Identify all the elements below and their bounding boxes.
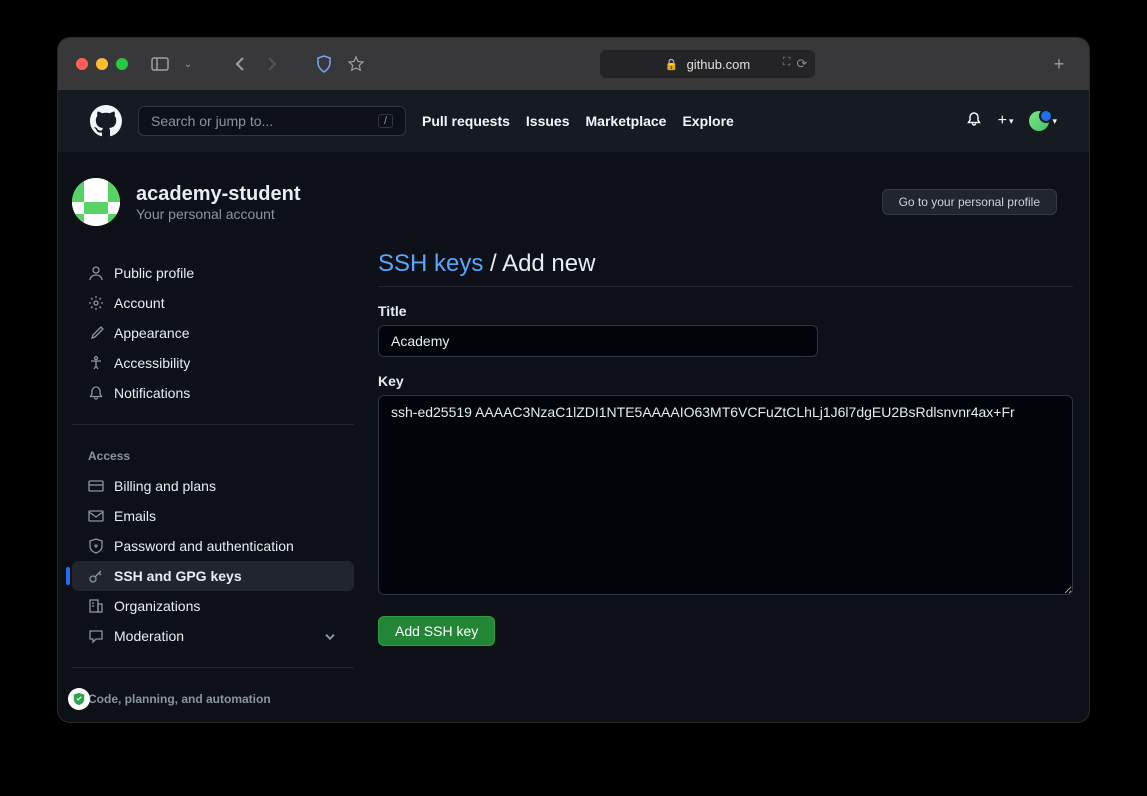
sidebar-item-repositories[interactable]: Repositories — [72, 714, 354, 722]
sidebar-item-label: Billing and plans — [114, 478, 216, 494]
person-icon — [88, 265, 104, 281]
key-icon — [88, 568, 104, 584]
sidebar-toggle-icon[interactable] — [148, 52, 172, 76]
maximize-window-button[interactable] — [116, 58, 128, 70]
user-menu[interactable]: ▾ — [1029, 111, 1057, 131]
shield-lock-icon — [88, 538, 104, 554]
gear-icon — [88, 295, 104, 311]
sidebar-item-billing[interactable]: Billing and plans — [72, 471, 354, 501]
user-avatar — [72, 178, 120, 226]
username: academy-student — [136, 183, 301, 206]
avatar-icon — [1029, 111, 1049, 131]
sidebar-item-moderation[interactable]: Moderation — [72, 621, 354, 651]
sidebar-item-appearance[interactable]: Appearance — [72, 318, 354, 348]
sidebar-item-label: SSH and GPG keys — [114, 568, 242, 584]
traffic-lights — [76, 58, 128, 70]
nav-pull-requests[interactable]: Pull requests — [422, 113, 510, 129]
search-placeholder: Search or jump to... — [151, 113, 273, 129]
github-logo-icon[interactable] — [90, 105, 122, 137]
sidebar-group-header: Access — [72, 433, 354, 471]
comment-icon — [88, 628, 104, 644]
sidebar-item-label: Appearance — [114, 325, 190, 341]
add-ssh-key-button[interactable]: Add SSH key — [378, 616, 495, 646]
repo-icon — [88, 721, 104, 722]
back-button[interactable] — [228, 52, 252, 76]
nav-explore[interactable]: Explore — [682, 113, 733, 129]
sidebar-item-emails[interactable]: Emails — [72, 501, 354, 531]
account-header: academy-student Your personal account Go… — [58, 178, 1089, 226]
browser-window: ⌄ 🔒 github.com ⛶ ⟳ + Search or jump to..… — [58, 38, 1089, 722]
minimize-window-button[interactable] — [96, 58, 108, 70]
main-content: SSH keys / Add new Title Key Add SSH key — [354, 250, 1073, 722]
accessibility-icon — [88, 355, 104, 371]
search-input[interactable]: Search or jump to... / — [138, 106, 406, 136]
create-new-dropdown[interactable]: +▾ — [998, 112, 1014, 130]
address-bar[interactable]: 🔒 github.com ⛶ ⟳ — [600, 50, 816, 78]
title-label: Title — [378, 303, 1073, 319]
notifications-icon[interactable] — [966, 111, 982, 132]
breadcrumb-current: Add new — [502, 250, 595, 277]
sidebar-item-label: Notifications — [114, 385, 190, 401]
sidebar-item-accessibility[interactable]: Accessibility — [72, 348, 354, 378]
sidebar-item-label: Public profile — [114, 265, 194, 281]
sidebar-item-organizations[interactable]: Organizations — [72, 591, 354, 621]
reader-icon[interactable]: ⛶ — [783, 56, 791, 72]
new-tab-button[interactable]: + — [1047, 52, 1071, 76]
url-host: github.com — [687, 57, 751, 72]
slash-hint: / — [378, 114, 393, 128]
sidebar-item-account[interactable]: Account — [72, 288, 354, 318]
browser-titlebar: ⌄ 🔒 github.com ⛶ ⟳ + — [58, 38, 1089, 90]
title-input[interactable] — [378, 325, 818, 357]
sidebar-item-password[interactable]: Password and authentication — [72, 531, 354, 561]
account-subtitle: Your personal account — [136, 206, 301, 222]
header-nav: Pull requests Issues Marketplace Explore — [422, 113, 734, 129]
sidebar-item-label: Repositories — [114, 721, 192, 722]
shield-icon[interactable] — [312, 52, 336, 76]
settings-sidebar: Public profile Account Appearance Access… — [58, 250, 354, 722]
sidebar-item-label: Emails — [114, 508, 156, 524]
sidebar-item-public-profile[interactable]: Public profile — [72, 258, 354, 288]
nav-issues[interactable]: Issues — [526, 113, 570, 129]
go-to-profile-button[interactable]: Go to your personal profile — [882, 189, 1057, 215]
bookmark-star-icon[interactable] — [344, 52, 368, 76]
sidebar-item-label: Organizations — [114, 598, 200, 614]
forward-button[interactable] — [260, 52, 284, 76]
sidebar-item-label: Password and authentication — [114, 538, 294, 554]
credit-card-icon — [88, 478, 104, 494]
mail-icon — [88, 508, 104, 524]
github-header: Search or jump to... / Pull requests Iss… — [58, 90, 1089, 152]
chevron-down-icon — [322, 628, 338, 644]
sidebar-item-notifications[interactable]: Notifications — [72, 378, 354, 408]
close-window-button[interactable] — [76, 58, 88, 70]
page-title: SSH keys / Add new — [378, 250, 1073, 287]
sidebar-group-header: Code, planning, and automation — [72, 676, 354, 714]
lock-icon: 🔒 — [665, 58, 679, 71]
key-textarea[interactable] — [378, 395, 1073, 595]
breadcrumb-ssh-keys-link[interactable]: SSH keys — [378, 250, 483, 277]
brush-icon — [88, 325, 104, 341]
bell-icon — [88, 385, 104, 401]
key-label: Key — [378, 373, 1073, 389]
sidebar-item-ssh-gpg-keys[interactable]: SSH and GPG keys — [72, 561, 354, 591]
sidebar-item-label: Account — [114, 295, 165, 311]
sidebar-item-label: Accessibility — [114, 355, 190, 371]
reload-icon[interactable]: ⟳ — [796, 56, 807, 72]
nav-marketplace[interactable]: Marketplace — [586, 113, 667, 129]
sidebar-item-label: Moderation — [114, 628, 184, 644]
organization-icon — [88, 598, 104, 614]
security-badge-icon[interactable] — [68, 688, 90, 710]
chevron-down-icon[interactable]: ⌄ — [176, 52, 200, 76]
